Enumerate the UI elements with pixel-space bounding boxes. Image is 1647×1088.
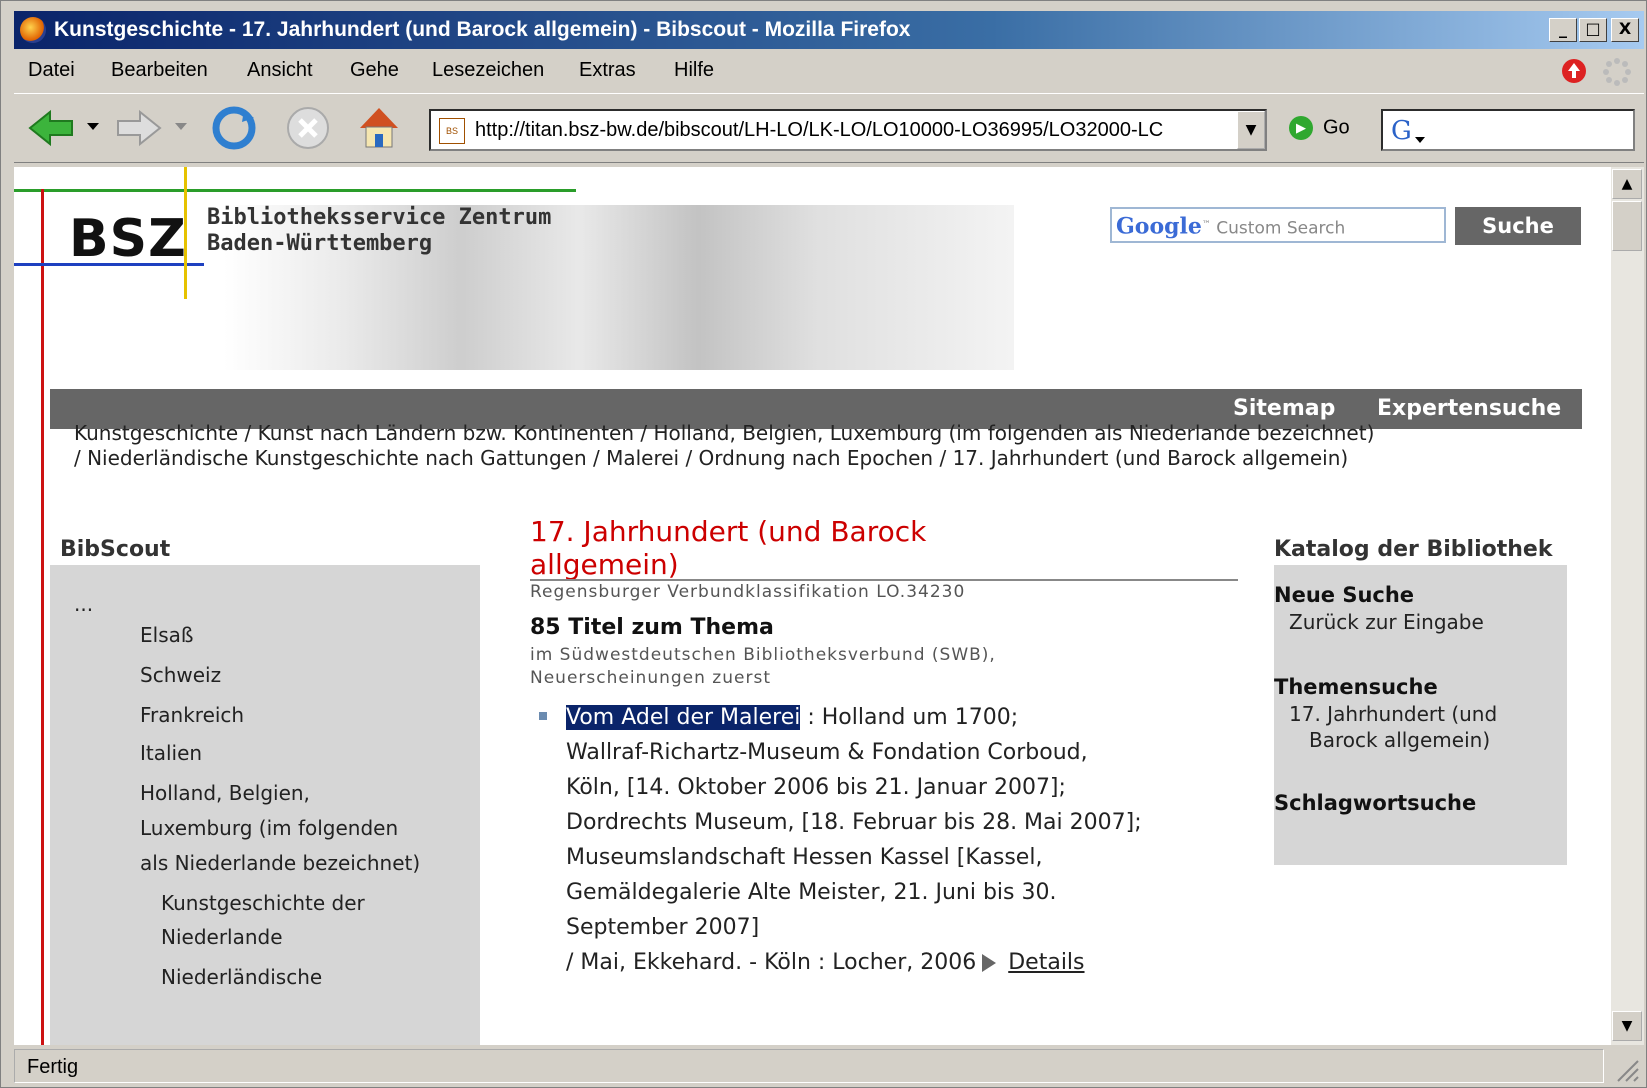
- menu-bearbeiten[interactable]: Bearbeiten: [111, 59, 208, 82]
- maximize-button[interactable]: □: [1579, 18, 1607, 42]
- menu-extras[interactable]: Extras: [579, 59, 636, 82]
- result-count-sub1: im Südwestdeutschen Bibliotheksverbund (…: [530, 645, 996, 665]
- google-search-input[interactable]: Google™ Custom Search: [1110, 207, 1446, 243]
- record-line3: Köln, [14. Oktober 2006 bis 21. Januar 2…: [566, 775, 1066, 800]
- breadcrumb-line2[interactable]: / Niederländische Kunstgeschichte nach G…: [74, 446, 1574, 471]
- firefox-icon: [20, 17, 46, 43]
- home-icon[interactable]: [354, 102, 404, 152]
- tree-item-kunstgeschichte-line2[interactable]: Niederlande: [161, 920, 283, 954]
- vertical-scrollbar[interactable]: ▲ ▼: [1611, 167, 1644, 1045]
- back-icon[interactable]: [26, 108, 76, 148]
- bsz-logo[interactable]: BSZ: [69, 209, 187, 269]
- neue-suche-link[interactable]: Neue Suche: [1274, 583, 1414, 607]
- forward-dropdown-icon[interactable]: [174, 122, 188, 132]
- url-dropdown-button[interactable]: ▼: [1237, 111, 1265, 149]
- breadcrumb-line1[interactable]: Kunstgeschichte / Kunst nach Ländern bzw…: [74, 421, 1574, 446]
- record-line2: Wallraf-Richartz-Museum & Fondation Corb…: [566, 740, 1088, 765]
- tree-item-frankreich[interactable]: Frankreich: [140, 698, 244, 732]
- browser-window: Kunstgeschichte - 17. Jahrhundert (und B…: [0, 0, 1647, 1088]
- record-line4: Dordrechts Museum, [18. Februar bis 28. …: [566, 810, 1142, 835]
- classification: Regensburger Verbundklassifikation LO.34…: [530, 582, 966, 602]
- go-icon: ▶: [1289, 116, 1313, 140]
- tree-item-schweiz[interactable]: Schweiz: [140, 658, 221, 692]
- search-engine-box[interactable]: G: [1381, 109, 1635, 151]
- org-name-line1: Bibliotheksservice Zentrum: [207, 205, 552, 230]
- scroll-thumb[interactable]: [1612, 201, 1642, 251]
- result-count-sub2: Neuerscheinungen zuerst: [530, 668, 771, 688]
- logo-red-line: [41, 189, 44, 1045]
- record-line5: Museumslandschaft Hessen Kassel [Kassel,: [566, 845, 1043, 870]
- minimize-button[interactable]: _: [1549, 18, 1577, 42]
- back-dropdown-icon[interactable]: [86, 122, 100, 132]
- status-text: Fertig: [14, 1049, 1604, 1083]
- google-brand: Google: [1116, 213, 1202, 240]
- menu-lesezeichen[interactable]: Lesezeichen: [432, 59, 544, 82]
- search-button[interactable]: Suche: [1455, 207, 1581, 245]
- go-label: Go: [1323, 116, 1350, 139]
- menu-ansicht[interactable]: Ansicht: [247, 59, 313, 82]
- window-title: Kunstgeschichte - 17. Jahrhundert (und B…: [54, 18, 911, 41]
- list-bullet: [539, 712, 547, 720]
- google-search-icon[interactable]: G: [1389, 115, 1429, 145]
- tree-item-italien[interactable]: Italien: [140, 736, 202, 770]
- katalog-title: Katalog der Bibliothek: [1274, 537, 1553, 562]
- tree-item-niederlaendische[interactable]: Niederländische: [161, 960, 322, 994]
- stop-icon[interactable]: [284, 104, 332, 152]
- record-title[interactable]: Vom Adel der Malerei: [566, 705, 801, 730]
- record-subtitle: : Holland um 1700;: [800, 705, 1019, 730]
- status-bar: Fertig: [14, 1047, 1644, 1087]
- tree-item-elsass[interactable]: Elsaß: [140, 618, 193, 652]
- breadcrumb: Kunstgeschichte / Kunst nach Ländern bzw…: [74, 419, 1574, 471]
- page-heading-line2: allgemein): [530, 548, 679, 581]
- zurueck-link[interactable]: Zurück zur Eingabe: [1289, 609, 1484, 635]
- menu-gehe[interactable]: Gehe: [350, 59, 399, 82]
- menu-bar: Datei Bearbeiten Ansicht Gehe Lesezeiche…: [14, 53, 1644, 89]
- menu-datei[interactable]: Datei: [28, 59, 75, 82]
- details-arrow-icon: [982, 954, 997, 972]
- schlagwortsuche-link[interactable]: Schlagwortsuche: [1274, 791, 1476, 815]
- thema-link-line2[interactable]: Barock allgemein): [1309, 727, 1490, 753]
- tree-item-ellipsis[interactable]: ...: [74, 587, 93, 621]
- site-favicon: BS: [439, 117, 465, 144]
- reload-icon[interactable]: [210, 104, 258, 152]
- svg-text:G: G: [1391, 116, 1412, 145]
- org-name-line2: Baden-Württemberg: [207, 231, 433, 256]
- logo-green-line: [14, 189, 576, 192]
- resize-grip-icon[interactable]: [1612, 1055, 1640, 1083]
- bibscout-title: BibScout: [60, 537, 171, 562]
- scroll-up-button[interactable]: ▲: [1612, 169, 1642, 199]
- tree-item-holland-line3[interactable]: als Niederlande bezeichnet): [140, 846, 420, 880]
- record-line8: / Mai, Ekkehard. - Köln : Locher, 2006: [566, 950, 977, 975]
- themensuche-label: Themensuche: [1274, 675, 1438, 699]
- page-heading: 17. Jahrhundert (und Barock allgemein): [530, 515, 1010, 581]
- web-page: BSZ Bibliotheksservice Zentrum Baden-Wür…: [14, 167, 1611, 1045]
- throbber-icon: [1603, 58, 1631, 86]
- record-line6: Gemäldegalerie Alte Meister, 21. Juni bi…: [566, 880, 1057, 905]
- forward-icon[interactable]: [114, 108, 164, 148]
- tree-item-holland-line2[interactable]: Luxemburg (im folgenden: [140, 811, 398, 845]
- record-item: Vom Adel der Malerei : Holland um 1700; …: [566, 700, 1246, 980]
- tree-item-holland-line1[interactable]: Holland, Belgien,: [140, 776, 310, 810]
- search-placeholder: Custom Search: [1216, 218, 1346, 239]
- page-heading-line1: 17. Jahrhundert (und Barock: [530, 515, 927, 548]
- result-count: 85 Titel zum Thema: [530, 615, 774, 640]
- go-button[interactable]: ▶ Go: [1289, 116, 1350, 140]
- url-text[interactable]: http://titan.bsz-bw.de/bibscout/LH-LO/LK…: [475, 119, 1163, 141]
- thema-link-line1[interactable]: 17. Jahrhundert (und: [1289, 701, 1497, 727]
- close-button[interactable]: X: [1611, 18, 1639, 42]
- title-bar: Kunstgeschichte - 17. Jahrhundert (und B…: [14, 11, 1644, 49]
- alert-icon[interactable]: [1560, 57, 1588, 85]
- details-link[interactable]: Details: [1008, 950, 1084, 975]
- tree-item-kunstgeschichte-line1[interactable]: Kunstgeschichte der: [161, 886, 365, 920]
- scroll-down-button[interactable]: ▼: [1612, 1011, 1642, 1041]
- menu-hilfe[interactable]: Hilfe: [674, 59, 714, 82]
- url-bar[interactable]: BS http://titan.bsz-bw.de/bibscout/LH-LO/…: [429, 109, 1267, 151]
- org-name: Bibliotheksservice Zentrum Baden-Württem…: [207, 205, 551, 257]
- record-line7: September 2007]: [566, 915, 760, 940]
